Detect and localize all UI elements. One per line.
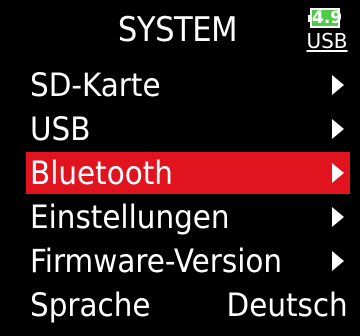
arrow-right-icon — [332, 251, 344, 271]
page-title: SYSTEM — [117, 10, 238, 50]
battery-icon: 4.9 — [308, 8, 343, 28]
power-source-label: USB — [306, 29, 348, 53]
menu-item-usb[interactable]: USB — [26, 108, 350, 150]
menu-list: SD-Karte USB Bluetooth Einstellungen Fir… — [0, 64, 360, 330]
menu-item-sprache[interactable]: Sprache Deutsch — [26, 284, 350, 326]
header: SYSTEM 4.9 USB — [0, 0, 360, 60]
menu-item-label: SD-Karte — [30, 66, 161, 104]
menu-item-label: Einstellungen — [30, 198, 230, 236]
arrow-right-icon — [332, 163, 344, 183]
arrow-right-icon — [332, 119, 344, 139]
menu-item-label: Bluetooth — [30, 154, 173, 192]
arrow-right-icon — [332, 207, 344, 227]
menu-item-label: Firmware-Version — [30, 242, 283, 280]
menu-item-firmware-version[interactable]: Firmware-Version — [26, 240, 350, 282]
power-status: 4.9 USB — [306, 8, 348, 56]
language-value: Deutsch — [226, 286, 348, 324]
arrow-right-icon — [332, 75, 344, 95]
battery-voltage: 4.9 — [312, 8, 343, 28]
menu-item-einstellungen[interactable]: Einstellungen — [26, 196, 350, 238]
system-menu-screen: SYSTEM 4.9 USB SD-Karte USB Bluetooth Ei… — [0, 0, 360, 336]
menu-item-label: USB — [30, 110, 91, 148]
menu-item-sd-karte[interactable]: SD-Karte — [26, 64, 350, 106]
menu-item-label: Sprache — [30, 286, 151, 324]
menu-item-bluetooth[interactable]: Bluetooth — [26, 152, 350, 194]
